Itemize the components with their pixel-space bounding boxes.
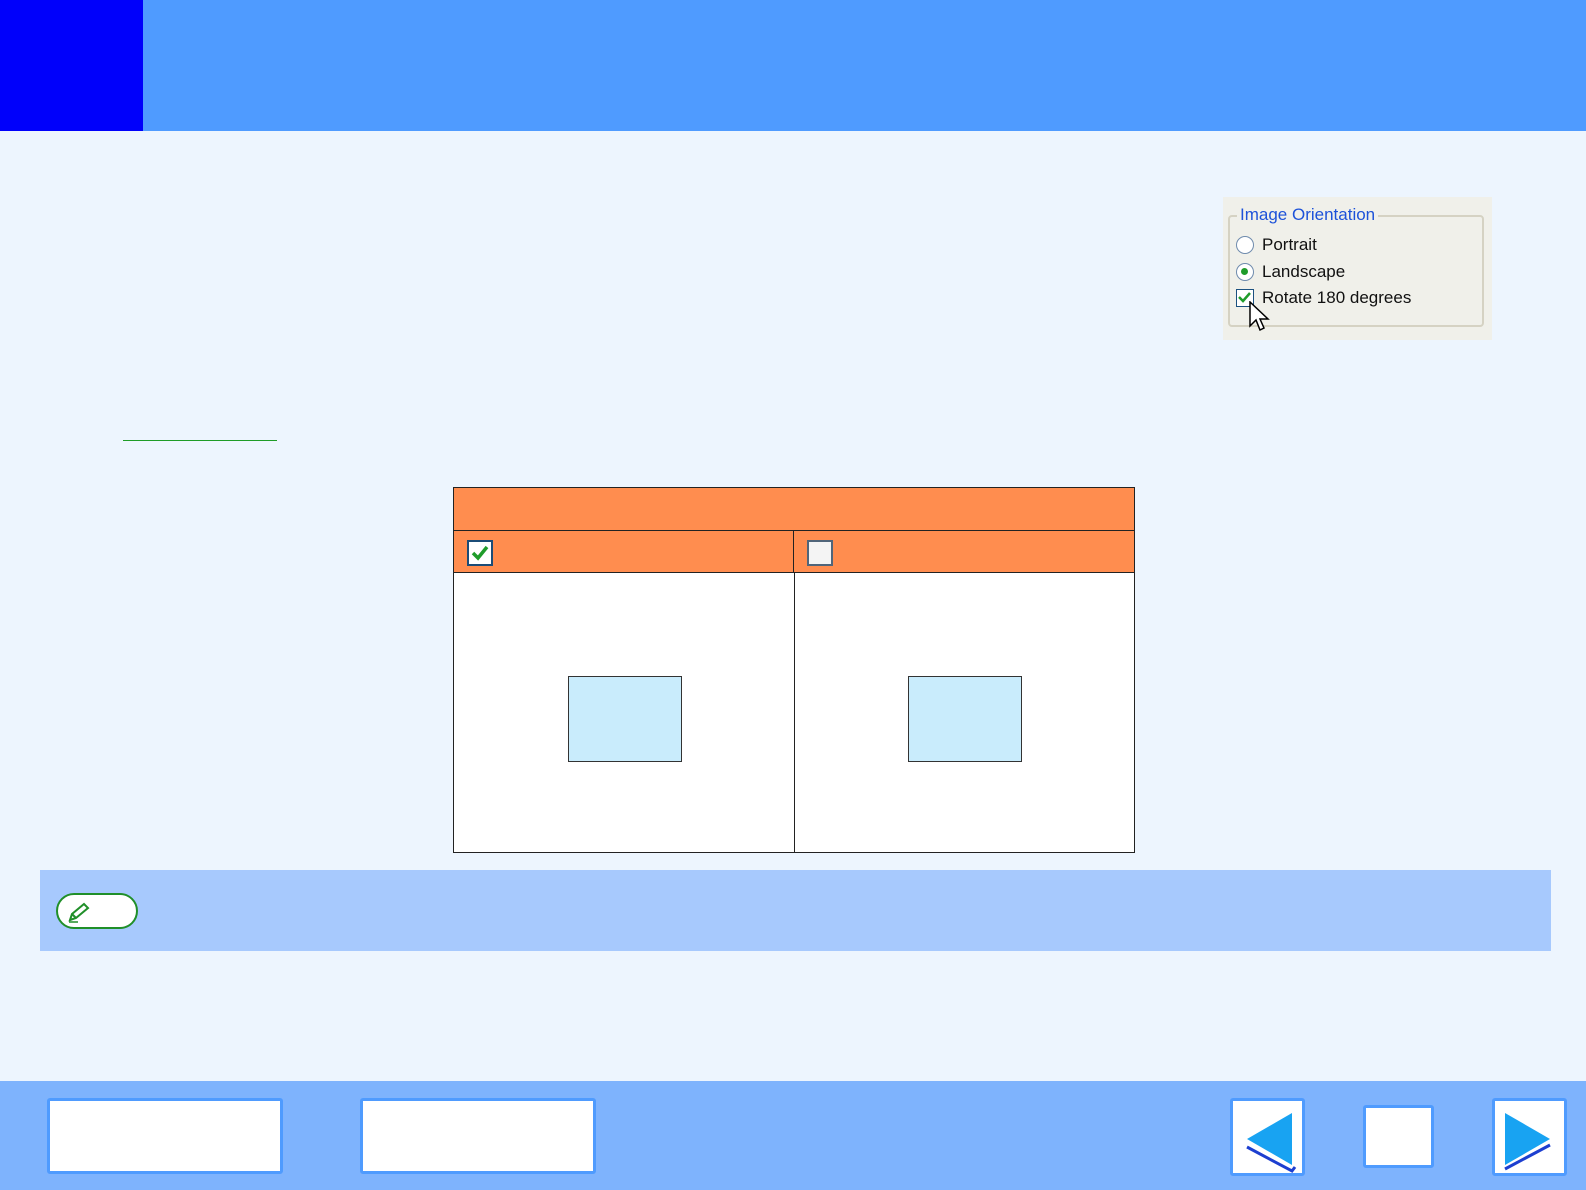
group-title: Image Orientation (1237, 205, 1379, 225)
rotate-180-label: Rotate 180 degrees (1262, 288, 1412, 307)
portrait-radio[interactable] (1236, 236, 1254, 254)
rotated-page-sample (568, 676, 682, 762)
page-header (0, 0, 1586, 131)
note-bar (40, 870, 1551, 951)
unchecked-checkbox (807, 540, 833, 566)
landscape-radio[interactable] (1236, 263, 1254, 281)
comparison-table (453, 487, 1135, 853)
pencil-icon (68, 902, 90, 923)
portrait-option[interactable]: Portrait (1236, 233, 1317, 257)
page-home-button[interactable] (1363, 1105, 1434, 1168)
table-column-checked (454, 531, 794, 573)
checkmark-icon (471, 545, 489, 561)
image-orientation-dialog: Image Orientation Portrait Landscape Rot… (1223, 197, 1492, 340)
portrait-label: Portrait (1262, 235, 1317, 254)
note-badge (56, 893, 138, 929)
contents-button[interactable] (47, 1098, 283, 1174)
index-button[interactable] (360, 1098, 596, 1174)
checked-checkbox (467, 540, 493, 566)
right-arrow-icon (1504, 1113, 1551, 1171)
chapter-tab (0, 0, 143, 131)
forward-button[interactable] (1492, 1098, 1567, 1176)
table-divider (794, 573, 795, 852)
table-column-unchecked (794, 531, 1134, 573)
footer-nav (0, 1081, 1586, 1190)
landscape-label: Landscape (1262, 262, 1346, 281)
table-header (454, 488, 1134, 531)
left-arrow-icon (1246, 1113, 1297, 1173)
mouse-cursor-icon (1249, 301, 1270, 332)
landscape-option[interactable]: Landscape (1236, 260, 1345, 284)
link-underline[interactable] (123, 440, 277, 441)
back-button[interactable] (1230, 1098, 1305, 1176)
normal-page-sample (908, 676, 1022, 762)
